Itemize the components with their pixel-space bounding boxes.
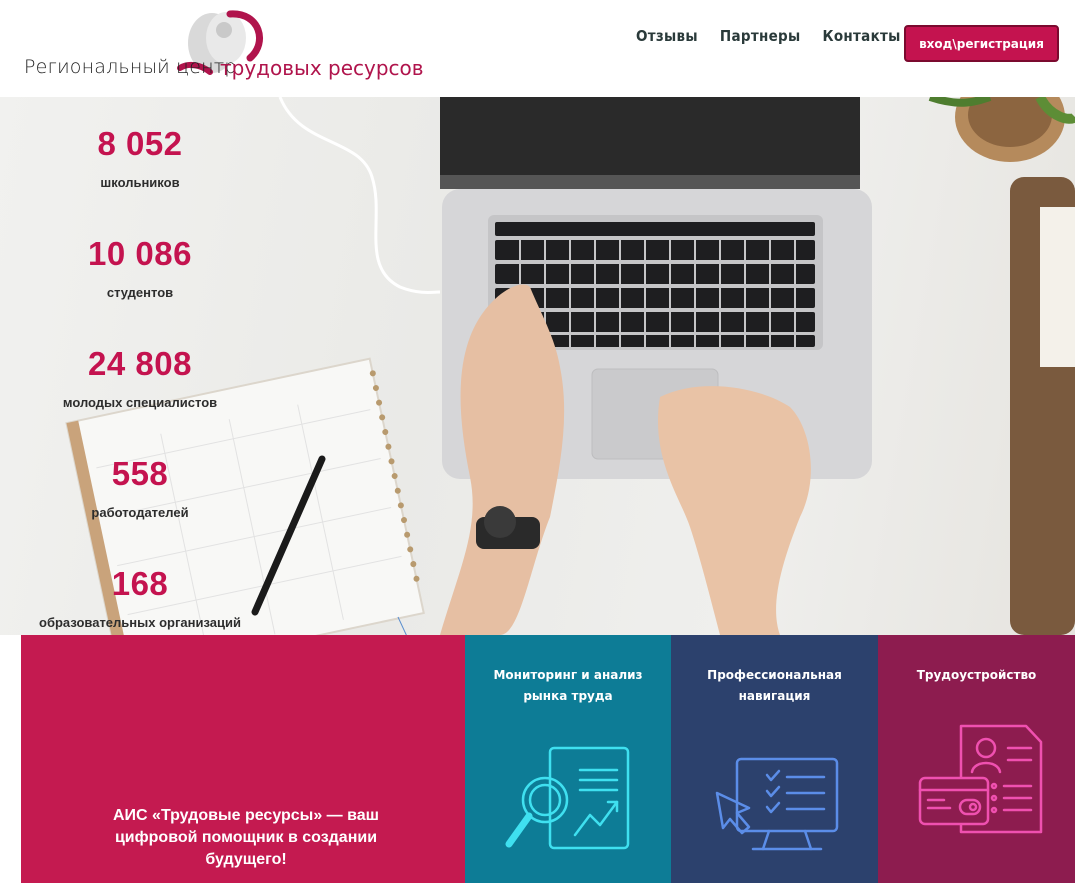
main-nav: Отзывы Партнеры Контакты [636,27,901,45]
stat-value: 168 [111,565,169,602]
stat-employers: 558 работодателей [40,455,240,520]
stat-label: студентов [106,285,174,300]
stat-value: 8 052 [97,125,183,162]
left-margin [0,635,21,883]
logo-text-left: Региональный центр [24,56,237,78]
stat-label: работодателей [91,505,189,520]
hero-banner: 8 052 школьников 10 086 студентов 24 808… [0,97,1075,635]
site-logo[interactable]: Региональный центр трудовых ресурсов [20,8,424,90]
stat-label: школьников [100,175,180,190]
stat-value: 558 [111,455,169,492]
monitor-checklist-icon [715,757,839,851]
card-title: Трудоустройство [916,668,1037,682]
stat-value: 10 086 [88,235,192,272]
magnifier-chart-icon [505,746,630,850]
stat-value: 24 808 [88,345,192,382]
stat-educational-orgs: 168 образовательных организаций [30,565,250,630]
site-header: Региональный центр трудовых ресурсов Отз… [0,0,1075,97]
card-title: Профессиональная навигация [707,668,842,703]
service-card-navigation[interactable]: Профессиональная навигация [671,635,878,883]
stat-schoolchildren: 8 052 школьников [40,125,240,190]
nav-link-contacts[interactable]: Контакты [823,27,901,45]
stat-label: образовательных организаций [39,615,241,630]
tagline-panel: АИС «Трудовые ресурсы» — ваш цифровой по… [21,635,465,883]
tagline-text: АИС «Трудовые ресурсы» — ваш цифровой по… [113,807,379,868]
stat-students: 10 086 студентов [40,235,240,300]
nav-link-reviews[interactable]: Отзывы [636,27,698,45]
service-card-monitoring[interactable]: Мониторинг и анализ рынка труда [465,635,671,883]
nav-link-partners[interactable]: Партнеры [720,27,801,45]
logo-text-right: трудовых ресурсов [220,56,424,80]
login-register-button[interactable]: вход\регистрация [904,25,1059,62]
stat-young-specialists: 24 808 молодых специалистов [40,345,240,410]
card-title: Мониторинг и анализ рынка труда [493,668,643,703]
resume-card-icon [918,724,1043,834]
service-card-employment[interactable]: Трудоустройство [878,635,1075,883]
stat-label: молодых специалистов [62,395,218,410]
